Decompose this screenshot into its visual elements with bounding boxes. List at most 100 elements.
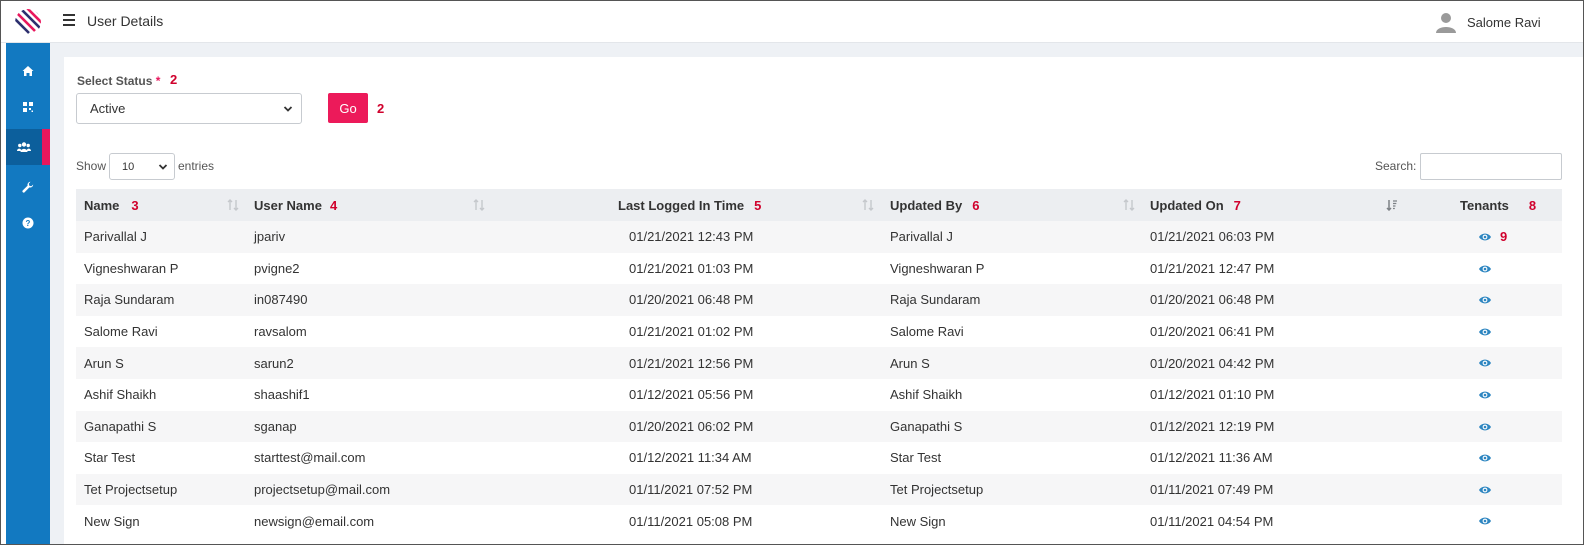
cell-updated-on: 01/20/2021 04:42 PM xyxy=(1150,355,1275,371)
sort-both-icon[interactable] xyxy=(473,199,485,211)
view-tenants-eye-icon[interactable] xyxy=(1478,388,1492,402)
top-bar: User Details Salome Ravi xyxy=(1,1,1583,43)
annotation-username: 4 xyxy=(329,197,338,213)
app-window: User Details Salome Ravi ? Select Status… xyxy=(0,0,1584,545)
status-select-value: Active xyxy=(90,101,126,116)
user-menu[interactable]: Salome Ravi xyxy=(1435,10,1541,34)
cell-name: Parivallal J xyxy=(84,229,147,245)
cell-updated-on: 01/20/2021 06:41 PM xyxy=(1150,324,1275,340)
column-header-name[interactable]: Name 3 xyxy=(84,189,139,221)
table-row[interactable]: New Sign newsign@email.com 01/11/2021 05:0… xyxy=(76,505,1562,537)
sidebar: ? xyxy=(6,43,50,544)
cell-name: Ganapathi S xyxy=(84,418,157,434)
cell-username: ravsalom xyxy=(254,324,307,340)
annotation-eye: 9 xyxy=(1500,229,1508,244)
column-header-username[interactable]: User Name 4 xyxy=(254,189,337,221)
view-tenants-eye-icon[interactable] xyxy=(1478,420,1492,434)
cell-name: Tet Projectsetup xyxy=(84,482,178,498)
cell-username: in087490 xyxy=(254,292,308,308)
view-tenants-eye-icon[interactable] xyxy=(1478,293,1492,307)
cell-name: Salome Ravi xyxy=(84,324,158,340)
cell-updated-on: 01/12/2021 01:10 PM xyxy=(1150,387,1275,403)
annotation-name: 3 xyxy=(131,197,139,213)
table-row[interactable]: Salome Ravi ravsalom 01/21/2021 01:02 PM Sa… xyxy=(76,315,1562,348)
go-button[interactable]: Go xyxy=(328,93,368,123)
annotation-status: 2 xyxy=(170,72,178,87)
cell-updated-on: 01/11/2021 07:49 PM xyxy=(1150,482,1274,498)
cell-updated-on: 01/21/2021 12:47 PM xyxy=(1150,260,1275,276)
search-label: Search: xyxy=(1375,159,1417,173)
table-row[interactable]: Parivallal J jpariv 01/21/2021 12:43 PM Par… xyxy=(76,221,1562,253)
cell-updated-on: 01/21/2021 06:03 PM xyxy=(1150,229,1275,245)
column-header-updated-on[interactable]: Updated On 7 xyxy=(1150,189,1241,221)
table-row[interactable]: Vigneshwaran P pvigne2 01/21/2021 01:03 PM… xyxy=(76,252,1562,285)
status-label: Select Status * xyxy=(77,74,161,88)
cell-updated-on: 01/12/2021 12:19 PM xyxy=(1150,418,1275,434)
cell-username: shaashif1 xyxy=(254,387,310,403)
view-tenants-eye-icon[interactable] xyxy=(1478,514,1492,528)
cell-name: Raja Sundaram xyxy=(84,292,175,308)
cell-name: Vigneshwaran P xyxy=(84,260,179,276)
sort-both-icon[interactable] xyxy=(227,199,239,211)
home-icon xyxy=(22,66,34,76)
cell-last-logged: 01/20/2021 06:48 PM xyxy=(629,292,754,308)
sort-both-icon[interactable] xyxy=(862,199,874,211)
cell-last-logged: 01/20/2021 06:02 PM xyxy=(629,418,754,434)
sort-both-icon[interactable] xyxy=(1123,199,1135,211)
status-select[interactable]: Active xyxy=(76,93,302,124)
cell-updated-by: Ashif Shaikh xyxy=(890,387,963,403)
table-row[interactable]: Ashif Shaikh shaashif1 01/12/2021 05:56 PM… xyxy=(76,379,1562,411)
view-tenants-eye-icon[interactable] xyxy=(1478,483,1492,497)
annotation-go: 2 xyxy=(377,101,385,116)
entries-select-value: 10 xyxy=(122,160,135,173)
sidebar-item-qr[interactable] xyxy=(6,89,50,125)
column-header-updated-by[interactable]: Updated By 6 xyxy=(890,189,979,221)
sidebar-item-home[interactable] xyxy=(6,53,50,89)
table-row[interactable]: Star Test starttest@mail.com 01/12/2021 11… xyxy=(76,442,1562,474)
cell-last-logged: 01/21/2021 01:03 PM xyxy=(629,260,754,276)
cell-updated-by: Arun S xyxy=(890,355,930,371)
sidebar-item-help[interactable]: ? xyxy=(6,205,50,241)
cell-updated-by: Star Test xyxy=(890,450,942,466)
table-row[interactable]: Arun S sarun2 01/21/2021 12:56 PM Arun S 01/… xyxy=(76,347,1562,379)
cell-updated-on: 01/11/2021 04:54 PM xyxy=(1150,513,1274,529)
view-tenants-eye-icon[interactable] xyxy=(1478,230,1492,244)
svg-text:?: ? xyxy=(26,219,31,228)
cell-name: Ashif Shaikh xyxy=(84,387,157,403)
view-tenants-eye-icon[interactable] xyxy=(1478,262,1492,276)
table-row[interactable]: Tet Projectsetup projectsetup@mail.com 01/… xyxy=(76,473,1562,506)
sidebar-item-users[interactable] xyxy=(6,129,50,165)
annotation-last-logged: 5 xyxy=(754,197,762,213)
wrench-icon xyxy=(22,181,34,193)
user-name: Salome Ravi xyxy=(1467,14,1541,30)
cell-last-logged: 01/11/2021 05:08 PM xyxy=(629,513,753,529)
table-row[interactable]: Ganapathi S sganap 01/20/2021 06:02 PM Gana… xyxy=(76,410,1562,443)
app-logo-icon[interactable] xyxy=(15,9,41,35)
column-header-tenants: Tenants 8 xyxy=(1460,197,1537,213)
view-tenants-eye-icon[interactable] xyxy=(1478,325,1492,339)
cell-updated-by: Vigneshwaran P xyxy=(890,260,985,276)
view-tenants-eye-icon[interactable] xyxy=(1478,451,1492,465)
cell-updated-on: 01/20/2021 06:48 PM xyxy=(1150,292,1275,308)
table-header: Name 3 User Name 4 Last Logged In Time 5 Up… xyxy=(76,189,1562,221)
show-label: Show xyxy=(76,159,107,173)
sort-desc-icon[interactable] xyxy=(1386,199,1398,211)
entries-select[interactable]: 10 xyxy=(109,153,175,180)
cell-last-logged: 01/21/2021 01:02 PM xyxy=(629,324,754,340)
cell-updated-by: Salome Ravi xyxy=(890,324,964,340)
cell-updated-on: 01/12/2021 11:36 AM xyxy=(1150,450,1273,466)
entries-label: entries xyxy=(178,159,215,173)
hamburger-menu-icon[interactable] xyxy=(63,14,75,26)
cell-name: Arun S xyxy=(84,355,124,371)
table-row[interactable]: Raja Sundaram in087490 01/20/2021 06:48 PM… xyxy=(76,284,1562,316)
search-input[interactable] xyxy=(1420,153,1562,180)
cell-last-logged: 01/21/2021 12:43 PM xyxy=(629,229,754,245)
view-tenants-eye-icon[interactable] xyxy=(1478,356,1492,370)
sidebar-item-settings[interactable] xyxy=(6,169,50,205)
qr-grid-icon xyxy=(23,102,33,112)
column-header-last-logged[interactable]: Last Logged In Time 5 xyxy=(618,189,761,221)
cell-updated-by: Raja Sundaram xyxy=(890,292,981,308)
cell-username: pvigne2 xyxy=(254,260,300,276)
annotation-updated-on: 7 xyxy=(1233,197,1241,213)
page-title: User Details xyxy=(87,13,164,29)
